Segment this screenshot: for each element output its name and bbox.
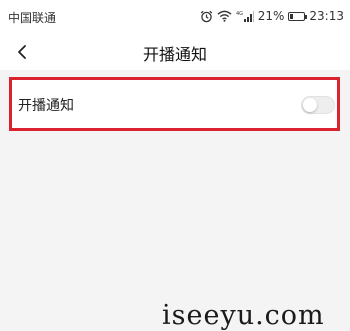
toggle-knob xyxy=(303,98,317,112)
alarm-icon xyxy=(200,10,213,23)
navigation-bar: 开播通知 xyxy=(0,34,350,70)
signal-icon: 4G xyxy=(236,10,254,23)
settings-content: 开播通知 iseeyu.com xyxy=(0,70,350,331)
status-indicators: 4G 21% 23:13 xyxy=(196,8,344,24)
carrier-name: 中国联通 xyxy=(8,11,57,25)
status-bar: 中国联通 4G 21% 23:13 xyxy=(0,0,350,34)
battery-level xyxy=(290,13,294,19)
setting-label: 开播通知 xyxy=(18,98,74,114)
battery-icon xyxy=(288,11,308,21)
live-notification-toggle[interactable] xyxy=(301,96,335,114)
setting-row-live-notification: 开播通知 xyxy=(9,77,340,131)
watermark-text: iseeyu.com xyxy=(162,300,325,331)
clock-time: 23:13 xyxy=(309,9,344,23)
page-title: 开播通知 xyxy=(142,45,207,64)
signal-type-label: 4G xyxy=(236,11,243,17)
battery-percent: 21% xyxy=(257,9,285,23)
wifi-icon xyxy=(217,10,232,22)
